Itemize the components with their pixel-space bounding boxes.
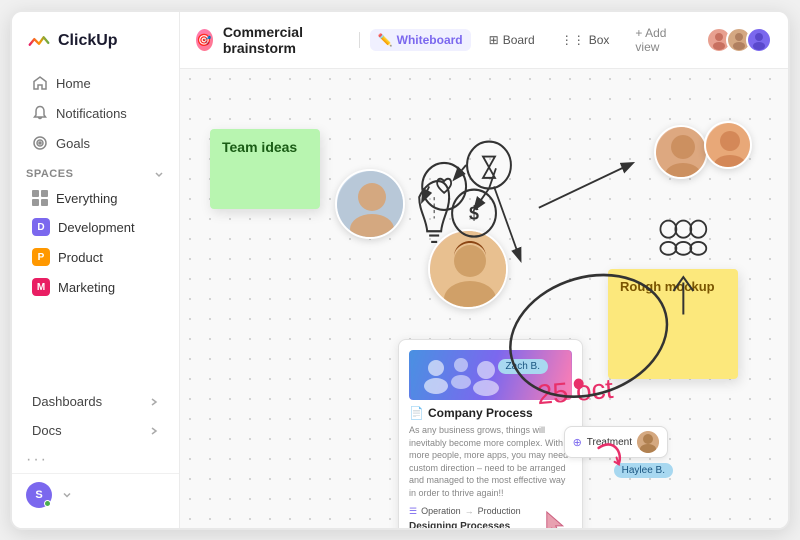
space-marketing-label: Marketing	[58, 280, 115, 295]
zach-badge: Zach B.	[498, 359, 548, 374]
board-icon: ⊞	[489, 33, 499, 47]
person-photo-3	[428, 229, 508, 309]
doc-subtitle: Designing Processes	[409, 521, 572, 528]
add-view-button[interactable]: + Add view	[627, 22, 688, 58]
haylee-avatar	[637, 431, 659, 453]
header-divider	[359, 32, 360, 48]
nav-notifications-label: Notifications	[56, 106, 127, 121]
space-everything[interactable]: Everything	[18, 184, 173, 212]
app-name: ClickUp	[58, 32, 118, 50]
page-icon: 🎯	[196, 29, 213, 51]
nav-dashboards[interactable]: Dashboards	[18, 387, 173, 416]
target-icon	[32, 135, 48, 151]
nav-goals[interactable]: Goals	[18, 128, 173, 158]
sidebar: ClickUp Home Notifications Goals	[12, 12, 180, 528]
zach-label: Zach B.	[506, 361, 540, 372]
more-options[interactable]: ···	[18, 445, 173, 469]
treatment-badge[interactable]: ⊕ Treatment	[564, 426, 668, 458]
space-development[interactable]: D Development	[18, 212, 173, 242]
bell-icon	[32, 105, 48, 121]
box-icon: ⋮⋮	[561, 33, 585, 47]
dashboards-label: Dashboards	[32, 394, 102, 409]
tab-board[interactable]: ⊞ Board	[481, 29, 543, 51]
chevron-down-icon	[153, 168, 165, 180]
user-initials: S	[35, 489, 42, 501]
marketing-dot: M	[32, 278, 50, 296]
nav-home[interactable]: Home	[18, 68, 173, 98]
page-title: Commercial brainstorm	[223, 24, 343, 56]
avatar-3	[746, 27, 772, 53]
space-everything-label: Everything	[56, 191, 117, 206]
team-ideas-text: Team ideas	[222, 139, 297, 155]
product-dot: P	[32, 248, 50, 266]
space-product[interactable]: P Product	[18, 242, 173, 272]
person-photo-1	[654, 125, 708, 179]
sidebar-bottom: Dashboards Docs ···	[12, 387, 179, 469]
user-area[interactable]: S	[12, 473, 179, 516]
space-marketing[interactable]: M Marketing	[18, 272, 173, 302]
chevron-down-icon2	[60, 488, 74, 502]
doc-title: Company Process	[428, 406, 533, 420]
whiteboard-canvas[interactable]: Team ideas Rough mockup	[180, 69, 788, 528]
chevron-right-icon	[149, 397, 159, 407]
date-text: 25 oct	[535, 373, 614, 411]
avatar-wrapper: S	[26, 482, 52, 508]
space-product-label: Product	[58, 250, 103, 265]
logo-area: ClickUp	[12, 24, 179, 68]
grid-icon	[32, 190, 48, 206]
clickup-logo-icon	[26, 28, 52, 54]
add-view-label: + Add view	[635, 26, 680, 54]
dev-dot: D	[32, 218, 50, 236]
avatar-group	[706, 27, 772, 53]
date-annotation: 25 oct	[535, 373, 614, 412]
person-photo-4	[335, 169, 405, 239]
doc-card-row: ☰ Operation → Production	[409, 506, 572, 517]
nav-home-label: Home	[56, 76, 91, 91]
whiteboard-label: Whiteboard	[397, 33, 463, 47]
board-label: Board	[503, 33, 535, 47]
treatment-label: Treatment	[587, 437, 632, 448]
whiteboard-icon: ✏️	[378, 33, 393, 47]
sticky-note-rough-mockup[interactable]: Rough mockup	[608, 269, 738, 379]
nav-docs[interactable]: Docs	[18, 416, 173, 445]
app-container: ClickUp Home Notifications Goals	[10, 10, 790, 530]
main-content: 🎯 Commercial brainstorm ✏️ Whiteboard ⊞ …	[180, 12, 788, 528]
spaces-label: Spaces	[26, 168, 73, 180]
main-header: 🎯 Commercial brainstorm ✏️ Whiteboard ⊞ …	[180, 12, 788, 69]
person-photo-2	[704, 121, 752, 169]
spaces-header: Spaces	[12, 158, 179, 184]
doc-card-text: As any business grows, things will inevi…	[409, 424, 572, 500]
chevron-right-icon2	[149, 426, 159, 436]
haylee-label: Haylee B.	[622, 465, 665, 476]
doc-card[interactable]: 📄 Company Process As any business grows,…	[398, 339, 583, 528]
tab-whiteboard[interactable]: ✏️ Whiteboard	[370, 29, 471, 51]
svg-text:$: $	[469, 202, 480, 224]
box-label: Box	[589, 33, 610, 47]
rough-mockup-text: Rough mockup	[620, 279, 715, 294]
nav-notifications[interactable]: Notifications	[18, 98, 173, 128]
home-icon	[32, 75, 48, 91]
nav-goals-label: Goals	[56, 136, 90, 151]
haylee-badge: Haylee B.	[614, 463, 673, 478]
online-status-dot	[44, 500, 51, 507]
docs-label: Docs	[32, 423, 62, 438]
tab-box[interactable]: ⋮⋮ Box	[553, 29, 618, 51]
space-development-label: Development	[58, 220, 135, 235]
sticky-note-team-ideas[interactable]: Team ideas	[210, 129, 320, 209]
